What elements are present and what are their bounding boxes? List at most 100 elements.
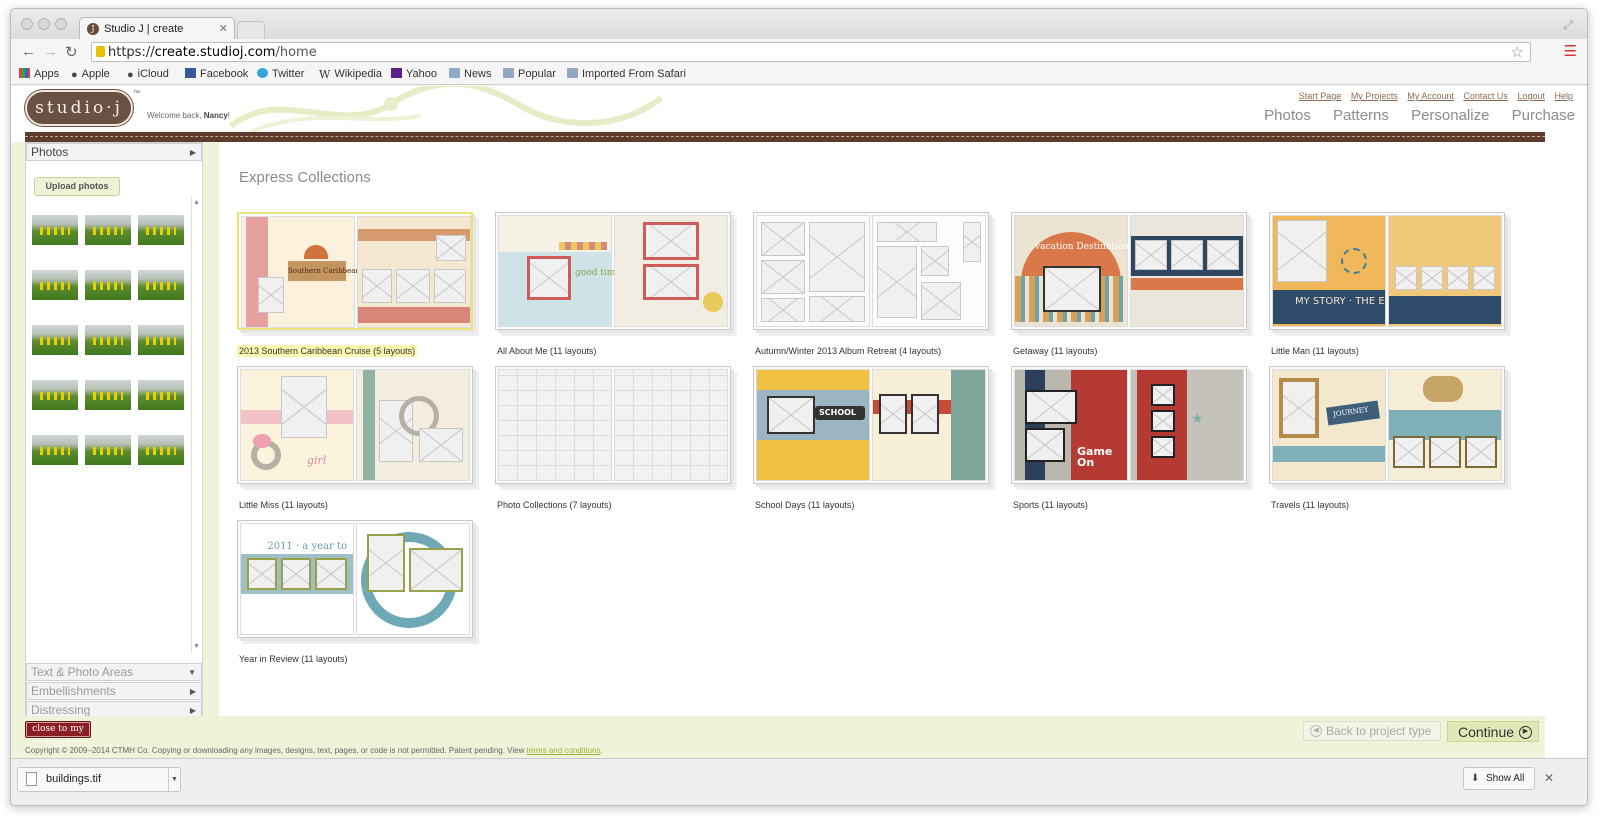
photo-thumbnail[interactable]: [85, 215, 131, 245]
photo-thumbnail[interactable]: [138, 215, 184, 245]
my-projects-link[interactable]: My Projects: [1351, 91, 1398, 101]
bookmark-twitter[interactable]: Twitter: [257, 68, 304, 80]
studioj-logo[interactable]: studio·j: [25, 90, 133, 126]
collection-label[interactable]: Year in Review (11 layouts): [237, 653, 350, 665]
back-arrow-icon[interactable]: ←: [21, 43, 36, 60]
photo-thumbnail[interactable]: [138, 380, 184, 410]
bookmark-wikipedia[interactable]: W Wikipedia: [319, 68, 382, 81]
step-purchase[interactable]: Purchase: [1512, 107, 1575, 124]
step-personalize[interactable]: Personalize: [1411, 107, 1489, 124]
minimize-window-icon[interactable]: [38, 18, 50, 30]
browser-tab[interactable]: J Studio J | create ✕: [79, 17, 235, 40]
bookmark-imported[interactable]: Imported From Safari: [567, 68, 686, 80]
collection-label[interactable]: Sports (11 layouts): [1011, 499, 1090, 511]
photo-thumbnail[interactable]: [32, 215, 78, 245]
show-all-downloads-button[interactable]: ⬇ Show All: [1463, 767, 1535, 790]
collection-travels[interactable]: JOURNEY Travels (11 layouts): [1269, 366, 1519, 516]
photo-thumbnail[interactable]: [138, 325, 184, 355]
collection-label[interactable]: Autumn/Winter 2013 Album Retreat (4 layo…: [753, 345, 943, 357]
photo-placeholder: [767, 396, 815, 434]
download-item[interactable]: buildings.tif ▼: [17, 767, 181, 792]
collection-photo-collections[interactable]: Photo Collections (7 layouts): [495, 366, 745, 516]
photo-placeholder: [643, 264, 699, 300]
photo-scrollbar[interactable]: ▲ ▼: [191, 197, 202, 653]
sunburst-ornament: [1341, 248, 1367, 274]
collection-school-days[interactable]: SCHOOL School Days (11 layouts): [753, 366, 1003, 516]
right-page: [1130, 215, 1244, 327]
collection-autumn-winter[interactable]: Autumn/Winter 2013 Album Retreat (4 layo…: [753, 212, 1003, 362]
bookmark-news[interactable]: News: [449, 68, 492, 80]
terms-link[interactable]: terms and conditions: [527, 746, 601, 755]
back-to-project-type-button[interactable]: ◀ Back to project type: [1303, 721, 1441, 741]
collection-little-man[interactable]: MY STORY · THE END Little Man (11 layout…: [1269, 212, 1519, 362]
forward-arrow-icon[interactable]: →: [43, 43, 58, 60]
close-download-bar-icon[interactable]: ✕: [1544, 771, 1554, 785]
close-to-my-heart-logo[interactable]: close to my heart: [25, 721, 91, 749]
bookmark-popular[interactable]: Popular: [503, 68, 556, 80]
photo-thumbnail[interactable]: [138, 435, 184, 465]
collection-label[interactable]: 2013 Southern Caribbean Cruise (5 layout…: [237, 345, 418, 357]
close-window-icon[interactable]: [21, 18, 33, 30]
photo-thumbnail[interactable]: [85, 380, 131, 410]
folder-icon: [567, 68, 578, 78]
contact-us-link[interactable]: Contact Us: [1463, 91, 1508, 101]
collection-label[interactable]: Photo Collections (7 layouts): [495, 499, 614, 511]
zoom-window-icon[interactable]: [55, 18, 67, 30]
photo-placeholder: [315, 558, 347, 590]
bookmark-apple[interactable]: ● Apple: [71, 68, 110, 81]
collection-sports[interactable]: Game On ★ Sports (11 layouts): [1011, 366, 1261, 516]
right-page: [872, 369, 986, 481]
photo-thumbnail[interactable]: [32, 325, 78, 355]
photo-thumbnail[interactable]: [85, 435, 131, 465]
collection-label[interactable]: All About Me (11 layouts): [495, 345, 598, 357]
bookmark-star-icon[interactable]: ☆: [1511, 43, 1524, 61]
collection-southern-caribbean[interactable]: Southern Caribbean 2013 Southern Caribbe…: [237, 212, 487, 362]
collection-label[interactable]: Little Man (11 layouts): [1269, 345, 1361, 357]
photo-placeholder: [1025, 428, 1065, 462]
text-photo-areas-panel[interactable]: Text & Photo Areas ▼: [26, 663, 202, 681]
step-patterns[interactable]: Patterns: [1333, 107, 1389, 124]
download-options-chevron-icon[interactable]: ▼: [168, 768, 180, 791]
collection-label[interactable]: Little Miss (11 layouts): [237, 499, 330, 511]
left-page: MY STORY · THE END: [1272, 215, 1400, 327]
browser-menu-icon[interactable]: ☰: [1564, 42, 1577, 60]
continue-button[interactable]: Continue ▶: [1447, 721, 1539, 742]
collection-year-in-review[interactable]: 2011 · a year to remember Year in Review…: [237, 520, 487, 670]
collection-little-miss[interactable]: girl Little Miss (11 layouts): [237, 366, 487, 516]
fullscreen-icon[interactable]: ⤢: [1563, 18, 1573, 33]
photo-thumbnail[interactable]: [85, 325, 131, 355]
photo-thumbnail[interactable]: [32, 270, 78, 300]
photo-thumbnail[interactable]: [138, 270, 184, 300]
start-page-link[interactable]: Start Page: [1299, 91, 1342, 101]
scroll-down-icon[interactable]: ▼: [193, 643, 200, 650]
photo-placeholder: [1151, 384, 1175, 406]
left-page: JOURNEY: [1272, 369, 1386, 481]
help-link[interactable]: Help: [1554, 91, 1573, 101]
collection-label[interactable]: Travels (11 layouts): [1269, 499, 1351, 511]
my-account-link[interactable]: My Account: [1407, 91, 1454, 101]
copyright-end: .: [600, 746, 603, 755]
bookmark-yahoo[interactable]: Yahoo: [391, 68, 437, 80]
address-bar[interactable]: https://create.studioj.com/home ☆: [91, 42, 1531, 62]
step-photos[interactable]: Photos: [1264, 107, 1311, 124]
bookmark-facebook[interactable]: Facebook: [185, 68, 248, 80]
new-tab-button[interactable]: [237, 21, 265, 40]
reload-icon[interactable]: ↻: [65, 43, 78, 61]
photos-panel-header[interactable]: Photos ▶: [26, 143, 202, 161]
photo-thumbnail[interactable]: [32, 435, 78, 465]
scroll-up-icon[interactable]: ▲: [193, 199, 200, 206]
tab-close-icon[interactable]: ✕: [219, 22, 228, 35]
collection-getaway[interactable]: vacation Destination Getaway (11 layouts…: [1011, 212, 1261, 362]
collection-all-about-me[interactable]: good times All About Me (11 layouts): [495, 212, 745, 362]
photo-thumbnail[interactable]: [85, 270, 131, 300]
bookmark-icloud[interactable]: ● iCloud: [127, 68, 169, 81]
collection-label[interactable]: Getaway (11 layouts): [1011, 345, 1099, 357]
logout-link[interactable]: Logout: [1517, 91, 1545, 101]
collection-label[interactable]: School Days (11 layouts): [753, 499, 856, 511]
bookmark-apps[interactable]: Apps: [19, 68, 59, 80]
embellishments-panel[interactable]: Embellishments ▶: [26, 682, 202, 700]
upload-photos-button[interactable]: Upload photos: [34, 177, 120, 196]
welcome-prefix: Welcome back,: [147, 111, 204, 120]
collection-preview: Game On ★: [1011, 366, 1247, 484]
photo-thumbnail[interactable]: [32, 380, 78, 410]
